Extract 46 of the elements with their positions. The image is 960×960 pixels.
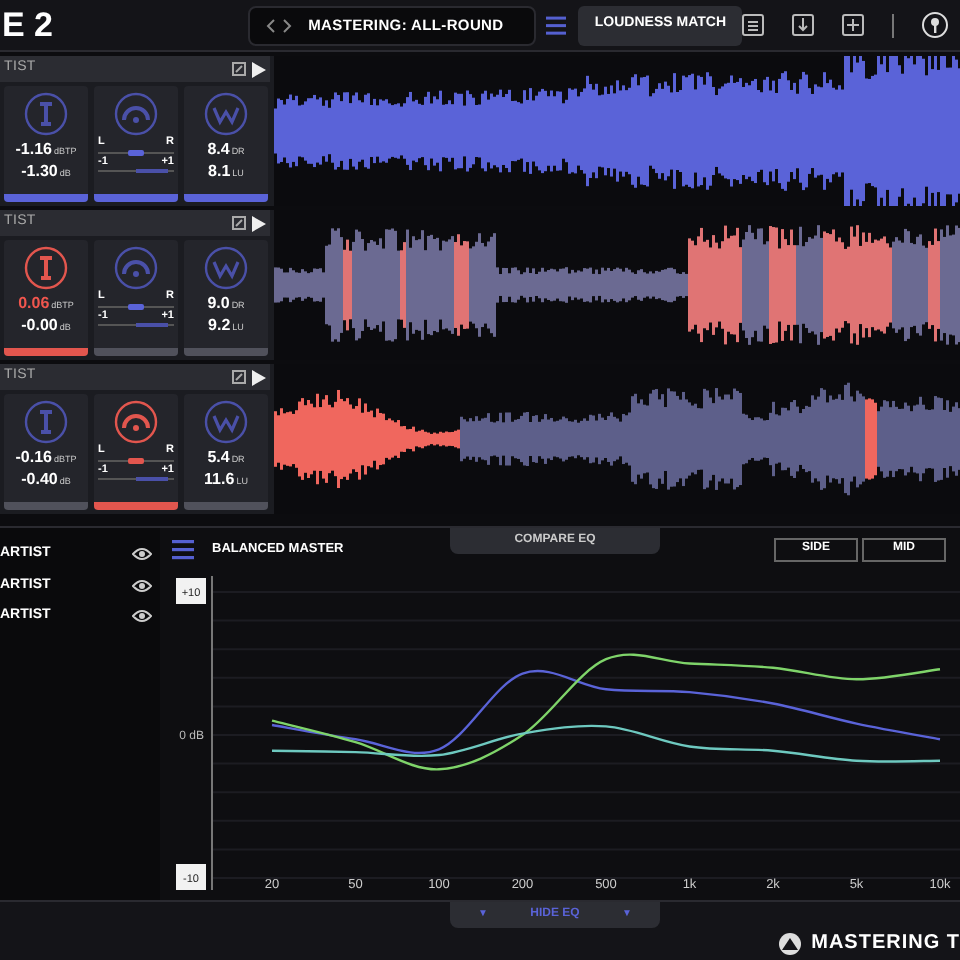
logo-icon — [777, 931, 802, 955]
eye-icon[interactable] — [132, 546, 152, 563]
dynamic-range-value: 8.4 — [207, 142, 230, 158]
eye-icon[interactable] — [132, 608, 152, 625]
menu-icon[interactable] — [172, 537, 194, 562]
eye-icon[interactable] — [132, 577, 152, 594]
balance-meter — [98, 149, 174, 155]
correlation-meter — [98, 322, 174, 328]
true-peak-value: -0.16 — [15, 450, 52, 466]
gain-value: -0.40 — [21, 472, 58, 488]
document-icon[interactable] — [742, 14, 764, 36]
key-icon[interactable] — [922, 12, 948, 38]
play-icon[interactable] — [252, 215, 266, 231]
edit-icon[interactable] — [232, 216, 246, 230]
loudness-value: 8.1 — [208, 164, 231, 180]
app-title: E 2 — [0, 8, 56, 42]
edit-icon[interactable] — [232, 62, 246, 76]
loudness-value: 11.6 — [204, 472, 235, 488]
play-icon[interactable] — [252, 369, 266, 385]
correlation-meter — [98, 168, 174, 174]
true-peak-value: 0.06 — [18, 296, 50, 312]
stereo-icon — [114, 400, 158, 444]
correlation-meter — [98, 476, 174, 482]
dynamics-icon — [204, 92, 248, 136]
stereo-icon — [114, 92, 158, 136]
peak-icon — [24, 400, 68, 444]
gain-value: -1.30 — [21, 164, 58, 180]
loudness-value: 9.2 — [208, 318, 231, 334]
download-icon[interactable] — [792, 14, 814, 36]
edit-icon[interactable] — [232, 370, 246, 384]
add-icon[interactable] — [842, 14, 864, 36]
stereo-icon — [114, 246, 158, 290]
dynamic-range-value: 5.4 — [207, 450, 230, 466]
menu-icon[interactable] — [546, 13, 567, 37]
dynamic-range-value: 9.0 — [207, 296, 230, 312]
peak-icon — [24, 246, 68, 290]
balance-meter — [98, 303, 174, 309]
play-icon[interactable] — [252, 61, 266, 77]
brand-name: MASTERING T — [811, 930, 960, 958]
dynamics-icon — [204, 400, 248, 444]
true-peak-value: -1.16 — [15, 142, 52, 158]
peak-icon — [24, 92, 68, 136]
gain-value: -0.00 — [21, 318, 58, 334]
dynamics-icon — [204, 246, 248, 290]
balance-meter — [98, 457, 174, 463]
chevrons-icon[interactable] — [266, 17, 293, 33]
